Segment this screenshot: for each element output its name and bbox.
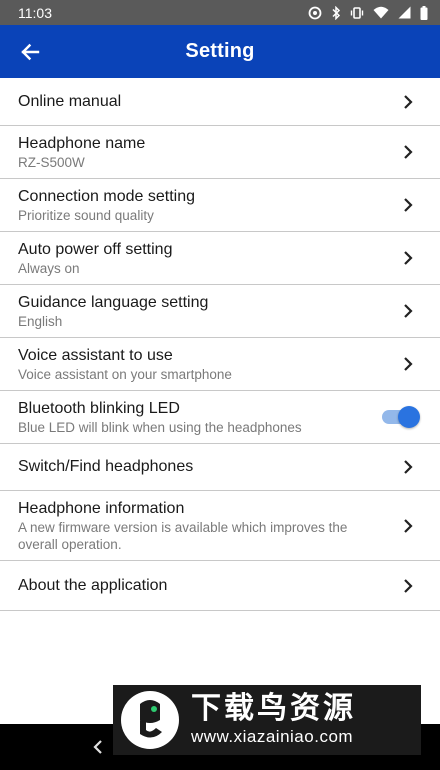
setting-headphone-name[interactable]: Headphone name RZ-S500W bbox=[0, 126, 440, 179]
setting-subtitle: English bbox=[18, 313, 63, 329]
watermark-url: www.xiazainiao.com bbox=[191, 727, 354, 746]
toggle-knob bbox=[398, 406, 420, 428]
wifi-icon bbox=[373, 6, 389, 19]
chevron-right-icon bbox=[400, 578, 416, 594]
sync-icon bbox=[308, 6, 322, 19]
bird-logo-icon bbox=[121, 691, 179, 749]
setting-title: Auto power off setting bbox=[18, 240, 173, 258]
vibrate-icon bbox=[350, 6, 364, 19]
setting-online-manual[interactable]: Online manual bbox=[0, 78, 440, 126]
nav-back-button[interactable] bbox=[90, 738, 106, 756]
page-title: Setting bbox=[185, 40, 255, 62]
back-button[interactable] bbox=[12, 34, 48, 70]
battery-icon bbox=[420, 5, 428, 20]
setting-subtitle: Always on bbox=[18, 260, 80, 276]
setting-subtitle: RZ-S500W bbox=[18, 154, 85, 170]
setting-bluetooth-led: Bluetooth blinking LED Blue LED will bli… bbox=[0, 391, 440, 444]
chevron-right-icon bbox=[400, 250, 416, 266]
bluetooth-led-toggle[interactable] bbox=[382, 406, 420, 428]
chevron-right-icon bbox=[400, 459, 416, 475]
setting-connection-mode[interactable]: Connection mode setting Prioritize sound… bbox=[0, 179, 440, 232]
setting-headphone-info[interactable]: Headphone information A new firmware ver… bbox=[0, 491, 440, 561]
setting-subtitle: Voice assistant on your smartphone bbox=[18, 366, 232, 382]
status-icons bbox=[308, 5, 428, 20]
setting-switch-find[interactable]: Switch/Find headphones bbox=[0, 444, 440, 491]
chevron-right-icon bbox=[400, 94, 416, 110]
setting-subtitle: A new firmware version is available whic… bbox=[18, 519, 348, 552]
setting-title: Headphone information bbox=[18, 499, 185, 517]
status-bar: 11:03 bbox=[0, 0, 440, 25]
watermark-chinese: 下载鸟资源 bbox=[191, 691, 356, 726]
chevron-right-icon bbox=[400, 356, 416, 372]
setting-title: About the application bbox=[18, 576, 168, 594]
chevron-right-icon bbox=[400, 144, 416, 160]
setting-voice-assistant[interactable]: Voice assistant to use Voice assistant o… bbox=[0, 338, 440, 391]
watermark-text: 下载鸟资源 www.xiazainiao.com bbox=[191, 692, 356, 748]
status-time: 11:03 bbox=[18, 4, 52, 21]
setting-about-app[interactable]: About the application bbox=[0, 561, 440, 611]
chevron-right-icon bbox=[400, 303, 416, 319]
setting-guidance-language[interactable]: Guidance language setting English bbox=[0, 285, 440, 338]
setting-title: Connection mode setting bbox=[18, 187, 195, 205]
chevron-right-icon bbox=[400, 518, 416, 534]
bluetooth-icon bbox=[332, 5, 341, 20]
setting-title: Online manual bbox=[18, 92, 122, 110]
nav-back-icon bbox=[93, 740, 102, 754]
setting-title: Headphone name bbox=[18, 134, 146, 152]
setting-title: Bluetooth blinking LED bbox=[18, 399, 180, 417]
watermark-overlay: 下载鸟资源 www.xiazainiao.com bbox=[113, 685, 421, 755]
setting-subtitle: Blue LED will blink when using the headp… bbox=[18, 419, 302, 435]
setting-auto-power-off[interactable]: Auto power off setting Always on bbox=[0, 232, 440, 285]
app-bar: Setting bbox=[0, 25, 440, 78]
setting-title: Voice assistant to use bbox=[18, 346, 173, 364]
chevron-right-icon bbox=[400, 197, 416, 213]
setting-title: Guidance language setting bbox=[18, 293, 209, 311]
setting-title: Switch/Find headphones bbox=[18, 458, 194, 475]
setting-subtitle: Prioritize sound quality bbox=[18, 207, 154, 223]
arrow-left-icon bbox=[21, 43, 40, 61]
signal-icon bbox=[398, 6, 411, 19]
settings-list: Online manual Headphone name RZ-S500W Co… bbox=[0, 78, 440, 611]
